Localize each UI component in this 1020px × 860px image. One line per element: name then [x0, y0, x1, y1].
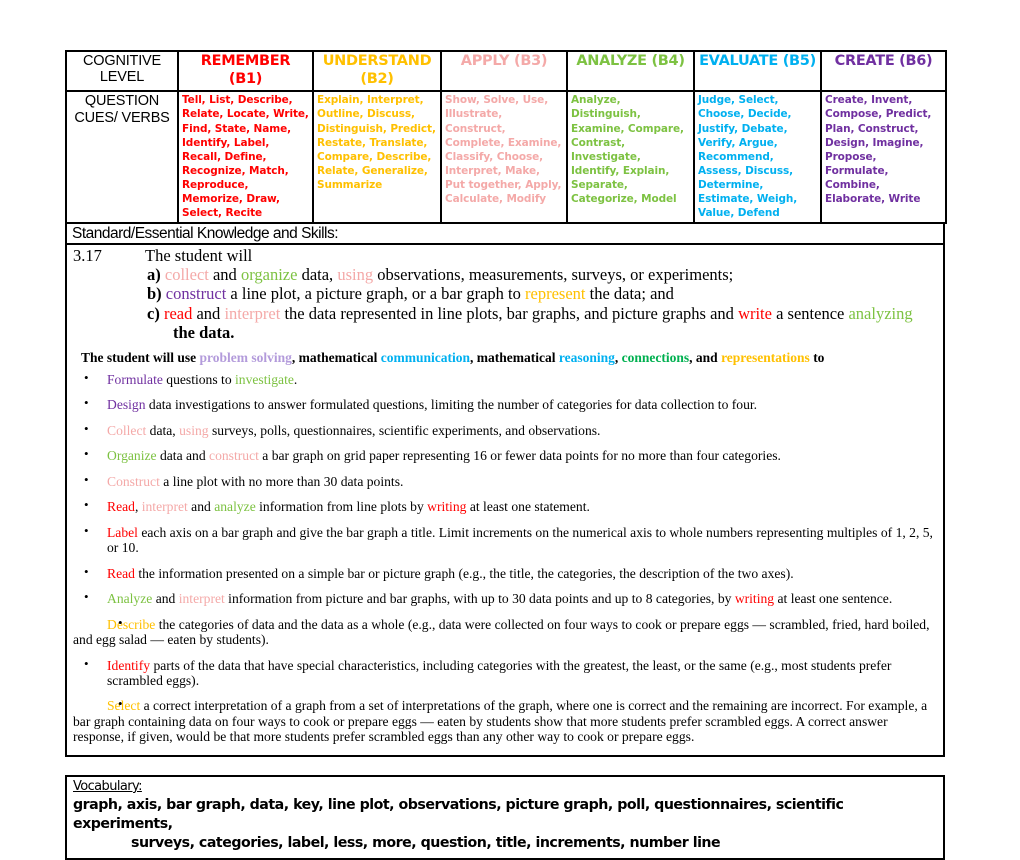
- list-item: Organize data and construct a bar graph …: [73, 447, 937, 463]
- process-goals-line: The student will use problem solving, ma…: [81, 349, 825, 365]
- list-item: Design data investigations to answer for…: [73, 396, 937, 412]
- standard-item-b-label: b): [147, 284, 162, 304]
- header-understand: UNDERSTAND (B2): [312, 49, 442, 93]
- question-cues-label: QUESTION CUES/ VERBS: [65, 90, 179, 224]
- header-evaluate: EVALUATE (B5): [693, 49, 822, 93]
- standard-title: Standard/Essential Knowledge and Skills:: [67, 224, 943, 246]
- standard-item-c: c) read and interpret the data represent…: [73, 303, 937, 323]
- header-analyze: ANALYZE (B4): [566, 49, 695, 93]
- list-item: Construct a line plot with no more than …: [73, 473, 937, 489]
- standard-item-a-label: a): [147, 265, 161, 285]
- standard-item-b: b) construct a line plot, a picture grap…: [73, 285, 937, 303]
- vocabulary-title: Vocabulary:: [73, 778, 143, 794]
- skills-list: Formulate questions to investigate. Desi…: [73, 371, 937, 745]
- cues-remember: Tell, List, Describe, Relate, Locate, Wr…: [177, 90, 314, 224]
- vocabulary-list: graph, axis, bar graph, data, key, line …: [73, 796, 937, 852]
- standard-box: Standard/Essential Knowledge and Skills:…: [65, 223, 945, 757]
- standard-number: 3.17: [73, 246, 102, 266]
- list-item: Read, interpret and analyze information …: [73, 498, 937, 514]
- cues-evaluate: Judge, Select, Choose, Decide, Justify, …: [693, 90, 822, 224]
- standard-stem: The student will: [145, 246, 253, 266]
- cues-understand: Explain, Interpret, Outline, Discuss, Di…: [312, 90, 442, 224]
- header-create: CREATE (B6): [820, 49, 947, 93]
- list-item: Identify parts of the data that have spe…: [73, 657, 937, 689]
- table-row-cognitive-level: COGNITIVE LEVEL REMEMBER (B1) UNDERSTAND…: [65, 49, 947, 93]
- list-item: Formulate questions to investigate.: [73, 371, 937, 387]
- cues-create: Create, Invent, Compose, Predict, Plan, …: [820, 90, 947, 224]
- list-item: Collect data, using surveys, polls, ques…: [73, 422, 937, 438]
- bloom-taxonomy-table: COGNITIVE LEVEL REMEMBER (B1) UNDERSTAND…: [65, 49, 947, 224]
- standard-item-a-text: collect and organize data, using observa…: [164, 265, 734, 285]
- list-item: Select a correct interpretation of a gra…: [73, 697, 937, 744]
- standard-item-a: a) collect and organize data, using obse…: [73, 266, 937, 284]
- list-item: Describe the categories of data and the …: [73, 616, 937, 648]
- cognitive-level-label: COGNITIVE LEVEL: [65, 49, 179, 93]
- list-item: Label each axis on a bar graph and give …: [73, 524, 937, 556]
- table-row-question-cues: QUESTION CUES/ VERBS Tell, List, Describ…: [65, 90, 947, 224]
- standard-body: 3.17 The student will a) collect and orga…: [67, 245, 943, 755]
- standard-stem-line: 3.17 The student will: [73, 247, 937, 265]
- standard-item-b-text: construct a line plot, a picture graph, …: [165, 284, 674, 304]
- standard-item-c-label: c): [147, 303, 160, 323]
- cues-apply: Show, Solve, Use, Illustrate, Construct,…: [440, 90, 568, 224]
- header-remember: REMEMBER (B1): [177, 49, 314, 93]
- vocabulary-line-2: surveys, categories, label, less, more, …: [131, 834, 721, 851]
- document-page: COGNITIVE LEVEL REMEMBER (B1) UNDERSTAND…: [0, 0, 1020, 860]
- standard-item-c-text: read and interpret the data represented …: [163, 303, 913, 323]
- list-item: Analyze and interpret information from p…: [73, 590, 937, 606]
- cues-analyze: Analyze, Distinguish, Examine, Compare, …: [566, 90, 695, 224]
- vocabulary-line-1: graph, axis, bar graph, data, key, line …: [73, 797, 844, 832]
- header-apply: APPLY (B3): [440, 49, 568, 93]
- standard-item-c-continuation: the data.: [173, 322, 235, 342]
- list-item: Read the information presented on a simp…: [73, 565, 937, 581]
